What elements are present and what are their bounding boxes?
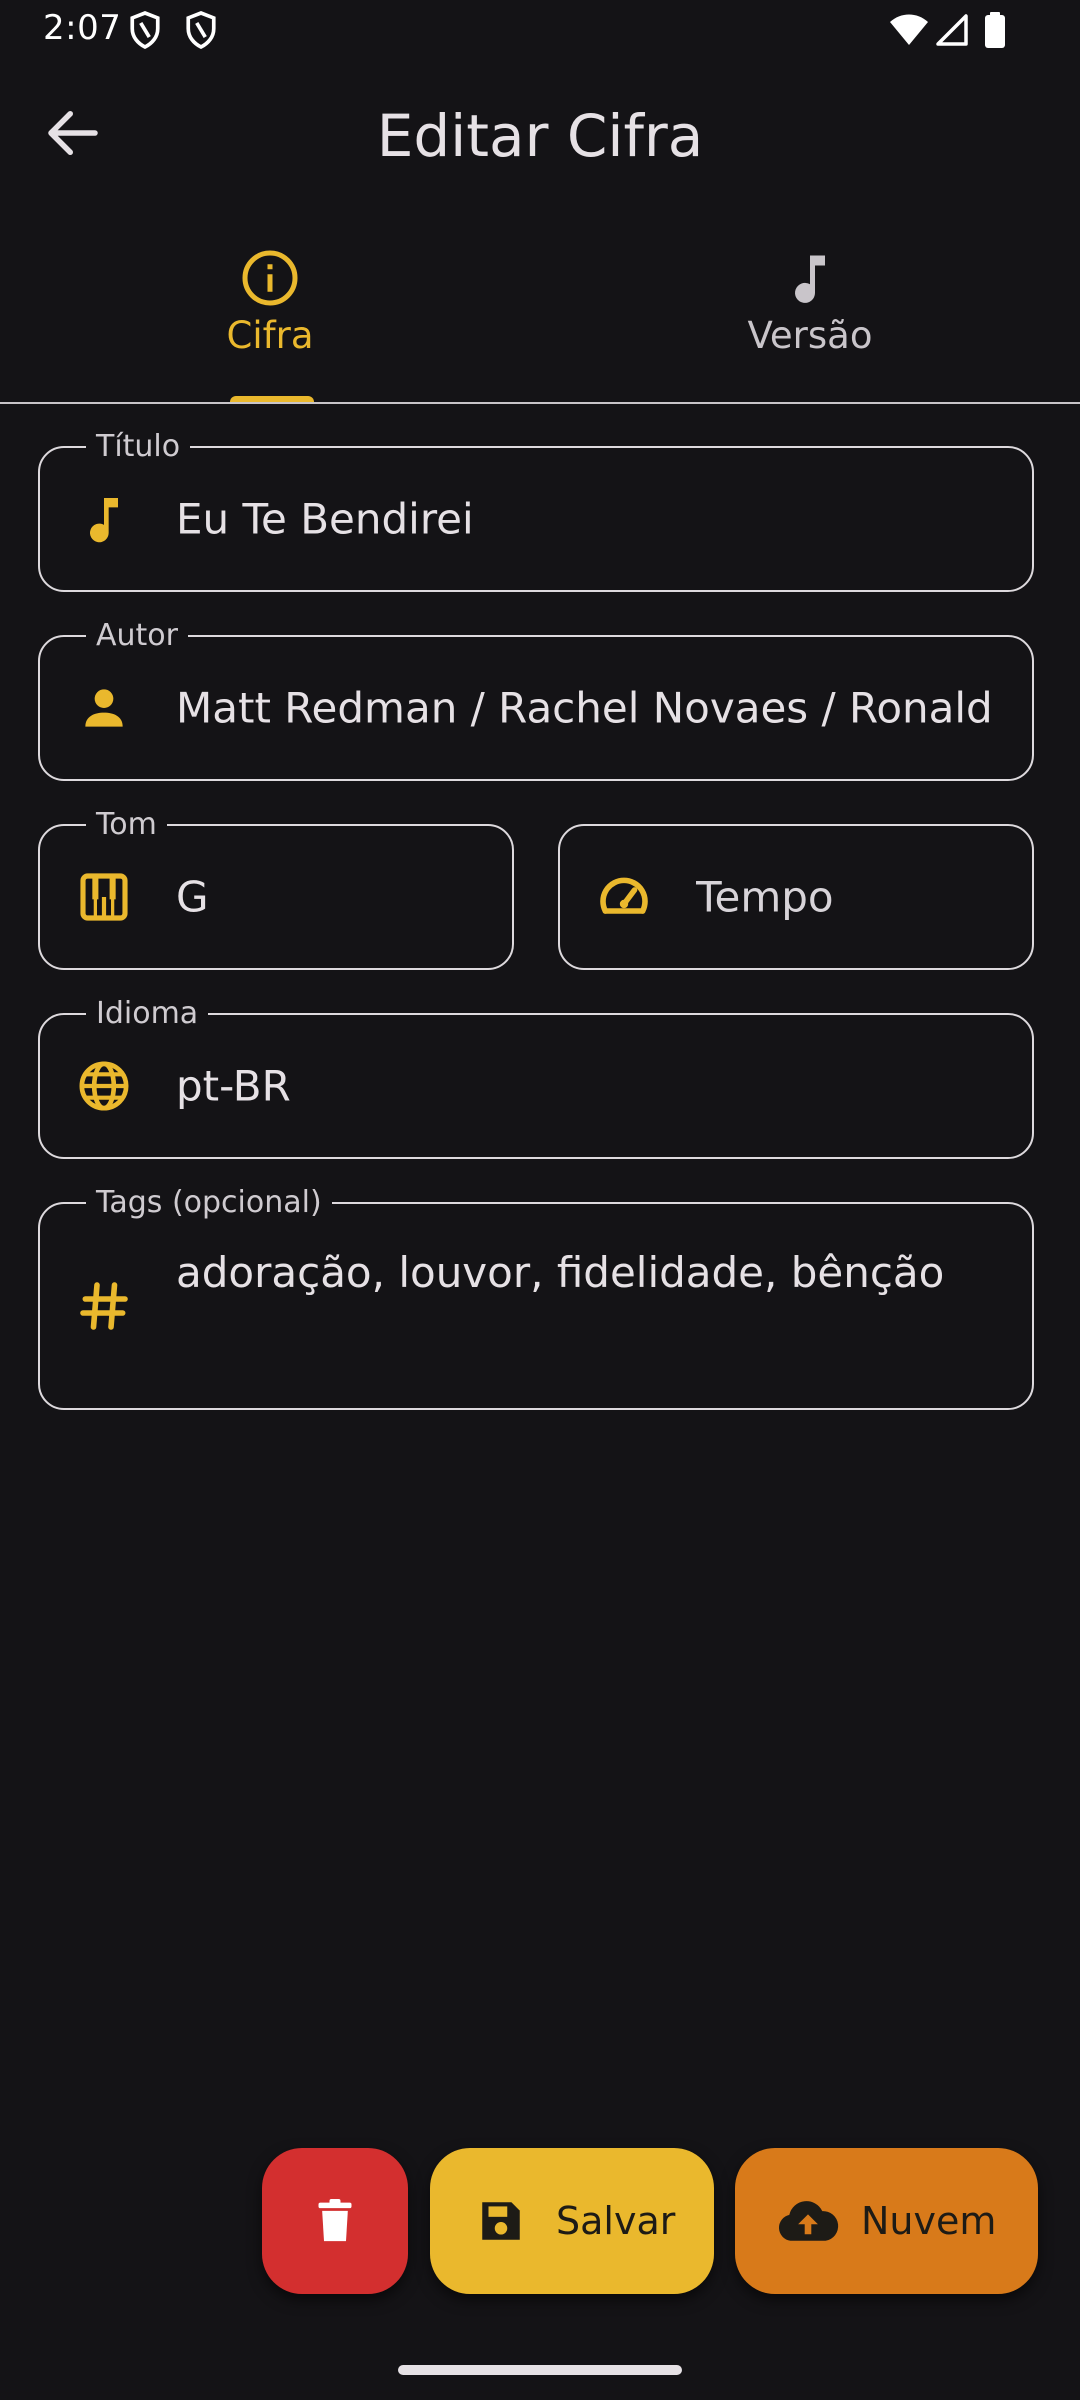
info-icon — [242, 250, 298, 306]
titulo-field[interactable]: Título Eu Te Bendirei — [38, 431, 1034, 592]
cell-signal-icon — [936, 14, 968, 46]
hash-icon — [80, 1282, 128, 1330]
cloud-button-label: Nuvem — [861, 2199, 997, 2243]
shield-icon — [186, 11, 216, 50]
tempo-placeholder: Tempo — [696, 872, 834, 922]
save-button-label: Salvar — [556, 2199, 676, 2243]
titulo-label: Título — [86, 431, 191, 463]
tags-label: Tags (opcional) — [86, 1187, 332, 1219]
home-indicator[interactable] — [398, 2365, 682, 2375]
trash-icon — [318, 2199, 352, 2242]
tom-label: Tom — [86, 809, 167, 841]
delete-button[interactable] — [262, 2148, 408, 2294]
music-note-icon — [795, 255, 825, 303]
save-button[interactable]: Salvar — [430, 2148, 714, 2294]
globe-icon — [79, 1061, 129, 1111]
save-icon — [482, 2202, 520, 2240]
cloud-upload-icon — [778, 2201, 839, 2241]
tom-value: G — [176, 872, 209, 922]
cloud-button[interactable]: Nuvem — [735, 2148, 1038, 2294]
idioma-label: Idioma — [86, 998, 209, 1030]
page-title: Editar Cifra — [376, 102, 704, 170]
tab-cifra-label: Cifra — [226, 314, 314, 357]
music-note-icon — [90, 498, 118, 543]
status-bar: 2:07 — [0, 0, 1080, 60]
speedometer-icon — [600, 877, 648, 914]
tom-field[interactable]: Tom G — [38, 809, 514, 970]
tab-cifra[interactable]: Cifra — [0, 230, 540, 400]
wifi-icon — [890, 14, 928, 45]
autor-value: Matt Redman / Rachel Novaes / Ronald — [176, 683, 992, 733]
shield-icon — [130, 11, 160, 50]
autor-field[interactable]: Autor Matt Redman / Rachel Novaes / Rona… — [38, 620, 1034, 781]
autor-label: Autor — [86, 620, 188, 652]
tab-divider — [0, 402, 1080, 404]
idioma-value: pt-BR — [176, 1061, 291, 1111]
tab-versao[interactable]: Versão — [540, 230, 1080, 400]
piano-icon — [80, 873, 128, 921]
battery-icon — [985, 12, 1005, 48]
idioma-field[interactable]: Idioma pt-BR — [38, 998, 1034, 1159]
tags-field[interactable]: Tags (opcional) adoração, louvor, fideli… — [38, 1187, 1034, 1410]
tags-value: adoração, louvor, fidelidade, bênção — [176, 1248, 945, 1297]
status-time: 2:07 — [43, 8, 122, 48]
tab-versao-label: Versão — [747, 314, 873, 357]
titulo-value: Eu Te Bendirei — [176, 494, 474, 544]
person-icon — [85, 689, 123, 727]
tempo-field[interactable]: Tempo — [558, 824, 1034, 970]
